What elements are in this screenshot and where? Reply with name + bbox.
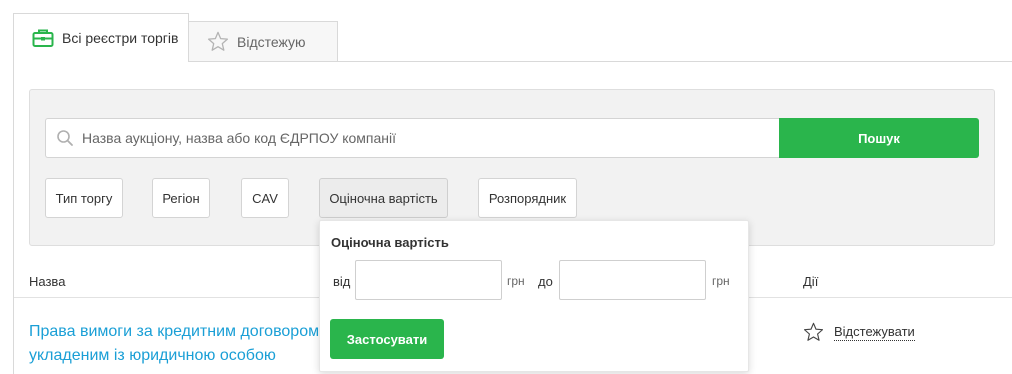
apply-button[interactable]: Застосувати [330, 319, 444, 359]
to-label: до [538, 274, 553, 289]
tab-all-registries[interactable]: Всі реєстри торгів [13, 13, 189, 62]
tab-watching-label: Відстежую [237, 33, 306, 50]
search-icon [56, 129, 74, 147]
column-header-name: Назва [29, 274, 66, 289]
filter-cav-button[interactable]: CAV [241, 178, 289, 218]
to-currency-label: грн [712, 274, 730, 288]
search-field[interactable] [45, 118, 779, 158]
search-input[interactable] [82, 130, 732, 146]
tab-all-registries-label: Всі реєстри торгів [62, 30, 179, 46]
filter-trade-type-button[interactable]: Тип торгу [45, 178, 123, 218]
search-button[interactable]: Пошук [779, 118, 979, 158]
star-icon [207, 31, 229, 52]
briefcase-icon [32, 28, 54, 48]
filter-estimated-value-button[interactable]: Оціночна вартість [319, 178, 448, 218]
from-currency-label: грн [507, 274, 525, 288]
track-label: Відстежувати [834, 323, 915, 341]
filter-region-button[interactable]: Регіон [152, 178, 210, 218]
estimated-value-popover: Оціночна вартість від грн до грн Застосу… [319, 220, 749, 372]
filter-manager-button[interactable]: Розпорядник [478, 178, 577, 218]
tab-watching[interactable]: Відстежую [188, 21, 338, 61]
value-from-input[interactable] [355, 260, 502, 300]
popover-title: Оціночна вартість [331, 235, 449, 250]
value-to-input[interactable] [559, 260, 706, 300]
lot-title-link[interactable]: Права вимоги за кредитним договором укла… [29, 320, 329, 368]
track-button[interactable]: Відстежувати [803, 322, 915, 342]
from-label: від [333, 274, 351, 289]
column-header-actions: Дії [803, 274, 819, 289]
star-icon [803, 322, 824, 342]
